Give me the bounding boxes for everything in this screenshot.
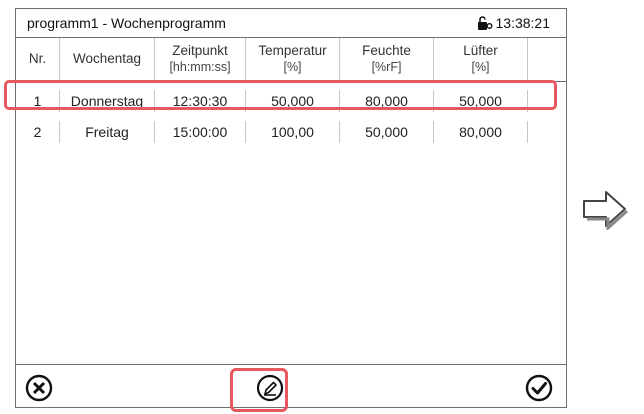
cell-time: 15:00:00 xyxy=(155,121,246,143)
table-row-selected[interactable]: 2 Freitag 15:00:00 100,00 50,000 80,000 xyxy=(16,121,566,143)
arrow-right-icon xyxy=(583,191,629,230)
title-bar: programm1 - Wochenprogramm 13:38:21 xyxy=(16,9,566,38)
bottom-toolbar xyxy=(16,364,566,409)
column-header-time: Zeitpunkt [hh:mm:ss] xyxy=(155,38,246,80)
page-title: programm1 - Wochenprogramm xyxy=(27,15,226,31)
cell-nr: 2 xyxy=(16,121,60,143)
edit-button-highlight xyxy=(230,368,288,412)
cell-temperature: 100,00 xyxy=(246,121,340,143)
column-header-humidity: Feuchte [%rF] xyxy=(340,38,434,80)
lock-icon xyxy=(477,16,492,30)
column-header-nr: Nr. xyxy=(16,38,60,80)
column-header-weekday: Wochentag xyxy=(60,38,155,80)
selected-row-highlight xyxy=(4,80,557,110)
cell-fan: 80,000 xyxy=(434,121,528,143)
clock: 13:38:21 xyxy=(477,15,551,31)
cell-weekday: Freitag xyxy=(60,121,155,143)
program-editor-window: programm1 - Wochenprogramm 13:38:21 Nr. … xyxy=(15,8,567,408)
cell-humidity: 50,000 xyxy=(340,121,434,143)
check-circle-icon[interactable] xyxy=(524,373,554,403)
close-circle-icon[interactable] xyxy=(24,373,54,403)
column-header-temperature: Temperatur [%] xyxy=(246,38,340,80)
column-header-fan: Lüfter [%] xyxy=(434,38,528,80)
clock-time: 13:38:21 xyxy=(495,15,551,31)
